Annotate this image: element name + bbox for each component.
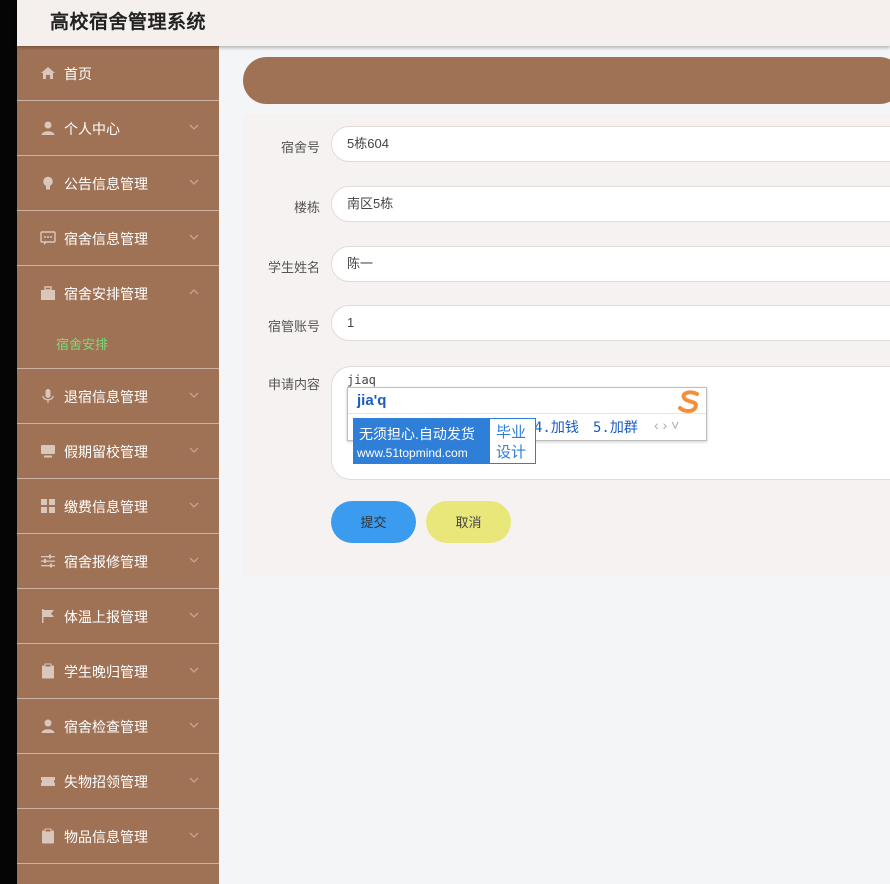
chevron-down-icon: [189, 447, 199, 453]
ime-divider: [348, 413, 706, 414]
sidebar-item-label: 失物招领管理: [64, 774, 148, 790]
bulb-icon: [43, 176, 53, 190]
sidebar-item-dorm-arrange[interactable]: 宿舍安排管理: [17, 266, 219, 320]
chevron-down-icon: [189, 832, 199, 838]
chevron-down-icon: [189, 502, 199, 508]
sidebar-item-repair[interactable]: 宿舍报修管理: [17, 534, 219, 589]
ad-badge[interactable]: 毕业 设计: [489, 418, 536, 464]
microphone-icon: [42, 389, 54, 403]
sidebar-item-temperature[interactable]: 体温上报管理: [17, 589, 219, 644]
chevron-down-icon: [189, 667, 199, 673]
clipboard-icon: [42, 828, 54, 844]
breadcrumb-bar: [243, 57, 890, 104]
ime-page-nav[interactable]: ‹ › ˅: [654, 417, 679, 433]
sidebar-item-label: 物品信息管理: [64, 829, 148, 845]
sidebar-item-label: 个人中心: [64, 121, 120, 137]
content-label: 申请内容: [267, 377, 320, 392]
sidebar-item-label: 退宿信息管理: [64, 389, 148, 405]
sidebar-item-label: 假期留校管理: [64, 444, 148, 460]
grid-icon: [41, 499, 55, 513]
sliders-icon: [41, 554, 55, 568]
sidebar-item-label: 宿舍检查管理: [64, 719, 148, 735]
chevron-down-icon: [189, 722, 199, 728]
sidebar: 首页 个人中心 公告信息管理 宿舍信息管理 宿舍安排管理 宿舍安排 退宿信息管理…: [17, 46, 219, 884]
ad-url: www.51topmind.com: [357, 446, 468, 460]
sidebar-item-inspection[interactable]: 宿舍检查管理: [17, 699, 219, 754]
ime-composition: jia'q: [357, 392, 387, 409]
submit-button[interactable]: 提交: [331, 501, 416, 543]
dorm-no-input[interactable]: 5栋604: [331, 126, 890, 162]
ad-banner[interactable]: 无须担心.自动发货 www.51topmind.com: [353, 418, 489, 464]
ad-text: 无须担心.自动发货: [359, 426, 475, 442]
manager-account-label: 宿管账号: [267, 319, 320, 334]
sidebar-item-dorm-info[interactable]: 宿舍信息管理: [17, 211, 219, 266]
sidebar-item-notice[interactable]: 公告信息管理: [17, 156, 219, 211]
sidebar-item-label: 首页: [64, 66, 92, 82]
content-text: jiaq: [347, 373, 376, 387]
ticket-icon: [41, 777, 55, 786]
monitor-icon: [41, 445, 55, 458]
chevron-down-icon: [189, 392, 199, 398]
window-edge: [0, 0, 17, 884]
user-icon: [41, 719, 55, 733]
chat-icon: [40, 231, 56, 245]
sidebar-item-checkout[interactable]: 退宿信息管理: [17, 369, 219, 424]
top-header: 高校宿舍管理系统: [17, 0, 890, 46]
sidebar-item-lost-found[interactable]: 失物招领管理: [17, 754, 219, 809]
sidebar-item-label: 体温上报管理: [64, 609, 148, 625]
student-name-label: 学生姓名: [267, 260, 320, 275]
ad-badge-line2: 设计: [496, 444, 527, 461]
sidebar-item-label: 学生晚归管理: [64, 664, 148, 680]
dorm-no-label: 宿舍号: [280, 140, 320, 155]
ime-candidate-4[interactable]: 4.加钱: [534, 417, 579, 437]
cancel-button[interactable]: 取消: [426, 501, 511, 543]
sogou-logo-icon: [678, 390, 699, 413]
sidebar-item-goods[interactable]: 物品信息管理: [17, 809, 219, 864]
chevron-up-icon: [189, 289, 199, 295]
student-name-input[interactable]: 陈一: [331, 246, 890, 282]
sidebar-item-holiday-stay[interactable]: 假期留校管理: [17, 424, 219, 479]
chevron-down-icon: [189, 124, 199, 130]
clipboard-icon: [42, 663, 54, 679]
briefcase-icon: [41, 286, 55, 300]
chevron-down-icon: [189, 612, 199, 618]
app-title: 高校宿舍管理系统: [50, 12, 207, 33]
submenu: 宿舍安排: [17, 320, 219, 369]
chevron-down-icon: [189, 557, 199, 563]
building-label: 楼栋: [293, 200, 320, 215]
sidebar-item-home[interactable]: 首页: [17, 46, 219, 101]
manager-account-input[interactable]: 1: [331, 305, 890, 341]
ime-candidate-5[interactable]: 5.加群: [593, 417, 638, 437]
home-icon: [41, 67, 55, 79]
ad-badge-line1: 毕业: [496, 424, 527, 441]
sidebar-item-label: 公告信息管理: [64, 176, 148, 192]
user-icon: [41, 121, 55, 135]
sidebar-item-personal[interactable]: 个人中心: [17, 101, 219, 156]
sidebar-subitem-dorm-arrange[interactable]: 宿舍安排: [56, 334, 108, 353]
sidebar-item-late-return[interactable]: 学生晚归管理: [17, 644, 219, 699]
chevron-down-icon: [189, 234, 199, 240]
sidebar-item-label: 宿舍信息管理: [64, 231, 148, 247]
sidebar-item-label: 宿舍安排管理: [64, 286, 148, 302]
flag-icon: [42, 609, 54, 623]
sidebar-item-label: 宿舍报修管理: [64, 554, 148, 570]
chevron-down-icon: [189, 179, 199, 185]
building-input[interactable]: 南区5栋: [331, 186, 890, 222]
chevron-down-icon: [189, 777, 199, 783]
sidebar-item-payment[interactable]: 缴费信息管理: [17, 479, 219, 534]
sidebar-item-label: 缴费信息管理: [64, 499, 148, 515]
